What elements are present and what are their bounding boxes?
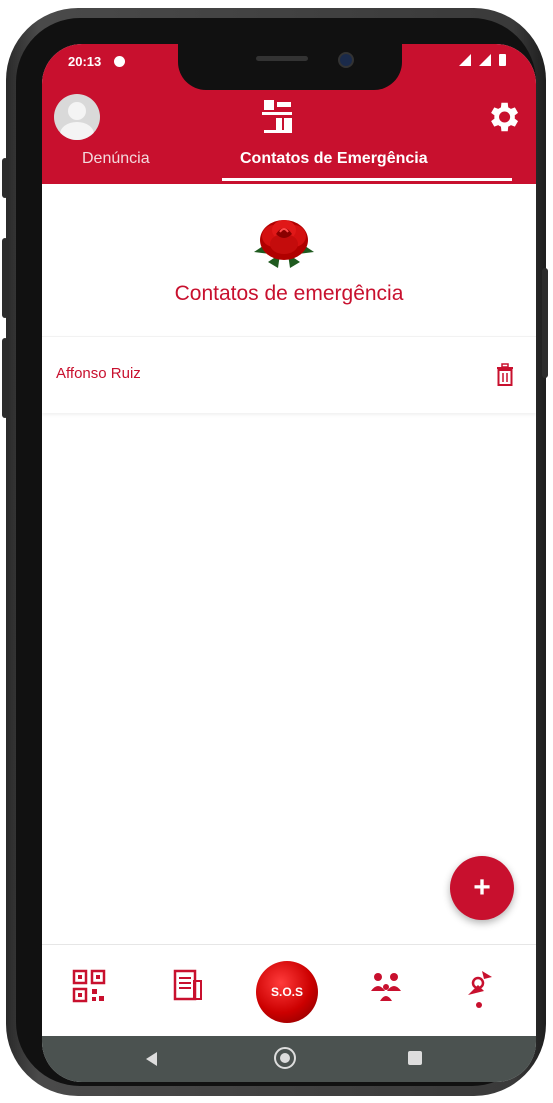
contact-name: Affonso Ruiz <box>56 365 141 382</box>
avatar-body <box>60 122 94 140</box>
people-icon[interactable] <box>368 969 404 1003</box>
gear-icon[interactable] <box>484 98 522 136</box>
status-icons <box>459 54 506 66</box>
home-icon[interactable] <box>274 1047 296 1069</box>
front-camera <box>338 52 354 68</box>
signal-icon <box>479 54 491 66</box>
screen: 20:13 Denúncia Contatos de Emergência Co… <box>42 44 536 1082</box>
app-header: 20:13 Denúncia Contatos de Emergência <box>42 44 536 184</box>
user-avatar-icon[interactable] <box>54 94 100 140</box>
list-item[interactable]: Affonso Ruiz <box>42 336 536 413</box>
qr-code-icon[interactable] <box>72 969 106 1003</box>
status-time: 20:13 <box>68 54 102 69</box>
phone-volume-up-button <box>2 238 8 318</box>
phone-side-button <box>2 158 8 198</box>
camera-notch <box>178 44 402 90</box>
recent-apps-icon[interactable] <box>408 1051 422 1065</box>
trash-icon[interactable] <box>494 363 516 387</box>
sos-button[interactable]: S.O.S <box>256 961 318 1023</box>
tab-contatos-emergencia[interactable]: Contatos de Emergência <box>240 150 428 168</box>
bottom-nav: S.O.S <box>42 944 536 1037</box>
add-contact-button[interactable]: + <box>450 856 514 920</box>
page-title: Contatos de emergência <box>174 282 404 305</box>
location-icon[interactable] <box>462 969 496 1009</box>
tab-active-indicator <box>222 178 512 181</box>
rose-icon <box>254 220 314 268</box>
avatar-head <box>68 102 86 120</box>
phone-frame: 20:13 Denúncia Contatos de Emergência Co… <box>2 8 548 1096</box>
tab-denuncia[interactable]: Denúncia <box>82 150 150 168</box>
speaker-grille <box>256 56 308 61</box>
document-icon[interactable] <box>172 969 204 1003</box>
back-icon[interactable] <box>146 1052 157 1066</box>
phone-volume-down-button <box>2 338 8 418</box>
battery-icon <box>499 54 506 66</box>
app-logo-icon <box>262 100 292 133</box>
system-nav-bar <box>42 1036 536 1082</box>
wifi-icon <box>459 54 471 66</box>
phone-power-button <box>542 268 548 378</box>
notification-icon <box>114 56 125 67</box>
